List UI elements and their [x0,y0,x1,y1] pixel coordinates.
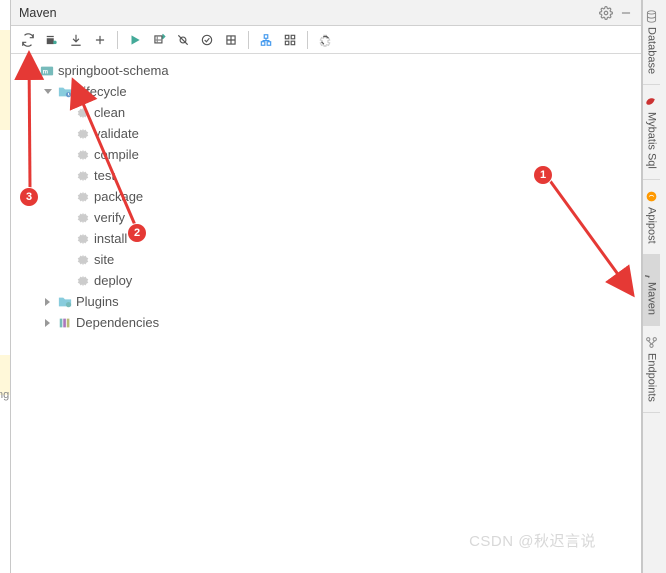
editor-gutter: ng [0,0,10,573]
node-label: validate [94,126,139,141]
block-icon[interactable] [220,29,242,51]
maven-tool-window: Maven m springboot-schem [10,0,642,573]
run-button[interactable] [124,29,146,51]
lifecycle-item[interactable]: site [15,249,637,270]
toggle-offline-button[interactable] [196,29,218,51]
chevron-down-icon[interactable] [23,64,37,78]
toolbar-separator [248,31,249,49]
tab-mybatis[interactable]: Mybatis Sql [643,85,660,180]
tab-endpoints[interactable]: Endpoints [643,326,660,413]
add-project-button[interactable] [89,29,111,51]
gear-icon [75,126,90,141]
node-label: verify [94,210,125,225]
tab-label: Apipost [646,207,658,244]
minimize-icon[interactable] [619,6,633,20]
collapse-all-button[interactable] [279,29,301,51]
lifecycle-node[interactable]: Lifecycle [15,81,637,102]
gear-icon [75,105,90,120]
library-icon [57,315,72,330]
chevron-right-icon[interactable] [41,295,55,309]
lifecycle-item[interactable]: clean [15,102,637,123]
svg-text:m: m [42,68,48,75]
maven-project-icon: m [39,63,54,78]
lifecycle-item[interactable]: deploy [15,270,637,291]
tab-label: Mybatis Sql [646,112,658,169]
gear-icon [75,210,90,225]
lifecycle-item[interactable]: verify [15,207,637,228]
node-label: compile [94,147,139,162]
endpoints-icon [645,336,658,349]
maven-tree: m springboot-schema Lifecycle clean vali… [11,54,641,339]
folder-icon [57,294,72,309]
gear-icon[interactable] [599,6,613,20]
chevron-right-icon[interactable] [41,316,55,330]
node-label: install [94,231,127,246]
node-label: site [94,252,114,267]
tab-apipost[interactable]: Apipost [643,180,660,255]
tab-label: Endpoints [646,353,658,402]
lifecycle-item[interactable]: test [15,165,637,186]
project-node[interactable]: m springboot-schema [15,60,637,81]
toolbar-separator [117,31,118,49]
node-label: package [94,189,143,204]
toolbar-separator [307,31,308,49]
node-label: clean [94,105,125,120]
node-label: Plugins [76,294,119,309]
show-dependencies-button[interactable] [255,29,277,51]
tab-maven[interactable]: m Maven [643,255,660,326]
lifecycle-item[interactable]: package [15,186,637,207]
plugins-node[interactable]: Plugins [15,291,637,312]
lifecycle-item[interactable]: install [15,228,637,249]
svg-text:m: m [645,274,652,277]
gear-icon [75,252,90,267]
gear-icon [75,231,90,246]
dependencies-node[interactable]: Dependencies [15,312,637,333]
gear-icon [75,273,90,288]
mybatis-icon [645,95,658,108]
node-label: springboot-schema [58,63,169,78]
tab-label: Database [646,27,658,74]
gear-icon [75,168,90,183]
gear-icon [75,147,90,162]
settings-button[interactable] [314,29,336,51]
tab-label: Maven [646,282,658,315]
database-icon [645,10,658,23]
chevron-down-icon[interactable] [41,85,55,99]
node-label: Dependencies [76,315,159,330]
maven-icon: m [645,265,658,278]
maven-toolbar [11,26,641,54]
folder-icon [57,84,72,99]
panel-title: Maven [19,6,57,20]
right-tool-window-bar: Database Mybatis Sql Apipost m Maven End… [642,0,666,573]
lifecycle-item[interactable]: validate [15,123,637,144]
node-label: test [94,168,115,183]
lifecycle-item[interactable]: compile [15,144,637,165]
gutter-highlight [0,30,10,130]
panel-title-bar: Maven [11,0,641,26]
execute-goal-button[interactable] [148,29,170,51]
gear-icon [75,189,90,204]
node-label: Lifecycle [76,84,127,99]
generate-sources-button[interactable] [41,29,63,51]
apipost-icon [645,190,658,203]
toggle-skip-tests-button[interactable] [172,29,194,51]
reload-button[interactable] [17,29,39,51]
tab-database[interactable]: Database [643,0,660,85]
download-sources-button[interactable] [65,29,87,51]
node-label: deploy [94,273,132,288]
gutter-text: ng [0,389,9,401]
